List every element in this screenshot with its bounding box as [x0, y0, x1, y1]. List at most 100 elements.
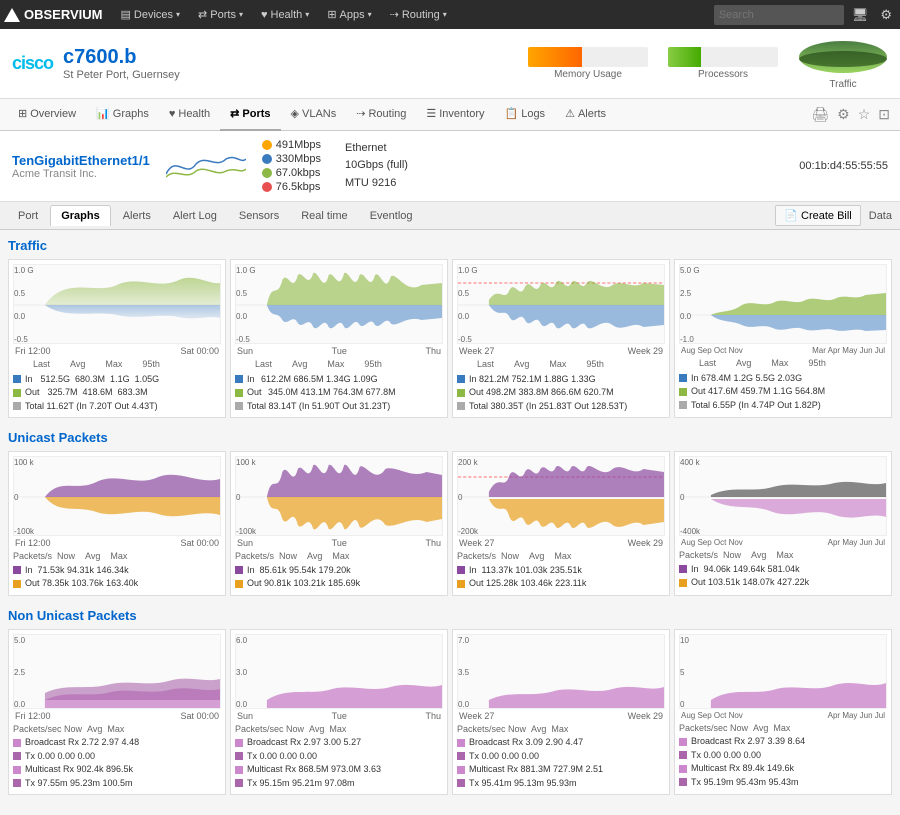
device-hostname[interactable]: c7600.b: [63, 46, 180, 69]
chart-stats-3: LastAvgMax95th In 821.2M 752.1M 1.88G 1.…: [457, 358, 665, 413]
tab-inventory[interactable]: ☰ Inventory: [416, 99, 494, 131]
bill-icon: 📄: [784, 209, 798, 222]
tab-alerts[interactable]: ⚠ Alerts: [555, 99, 616, 131]
non-uni-area-3: 7.03.50.0: [457, 634, 665, 709]
non-uni-svg-1: [14, 635, 220, 709]
logo-triangle: [4, 8, 20, 22]
tab-alerts-label: Alerts: [578, 108, 606, 120]
out-color-1: [13, 389, 21, 397]
stat-row-in-4: In 678.4M 1.2G 5.5G 2.03G: [679, 372, 887, 386]
unicast-chart-1: 100 k0-100k Fri 12:00Sat 00:00 Packets/s…: [8, 451, 226, 596]
subtab-alert-log[interactable]: Alert Log: [163, 206, 227, 226]
non-unicast-chart-4: 1050 Aug Sep Oct NovApr May Jun Jul Pack…: [674, 629, 892, 796]
star-icon[interactable]: ☆: [856, 104, 873, 125]
unicast-chart-area-3: 200 k0-200k: [457, 456, 665, 536]
speed-tiny-row: 76.5kbps: [262, 181, 321, 193]
port-name[interactable]: TenGigabitEthernet1/1: [12, 153, 150, 168]
subtab-sensors[interactable]: Sensors: [229, 206, 289, 226]
nav-ports[interactable]: ⇄ Ports ▾: [190, 0, 251, 29]
nu-y3: 7.03.50.0: [458, 635, 486, 709]
tab-ports-label: Ports: [242, 108, 270, 120]
tab-vlans[interactable]: ◈ VLANs: [281, 99, 347, 131]
port-details: Ethernet 10Gbps (full) MTU 9216: [345, 140, 408, 193]
tab-logs[interactable]: 📋 Logs: [495, 99, 556, 131]
traffic-label: Traffic: [798, 79, 888, 90]
port-speed: 10Gbps (full): [345, 157, 408, 175]
unicast-chart-4: 400 k0-400k Aug Sep Oct NovApr May Jun J…: [674, 451, 892, 596]
subtab-graphs[interactable]: Graphs: [50, 205, 111, 226]
stat-row-out-1: Out 325.7M 418.6M 683.3M: [13, 386, 221, 400]
tab-ports[interactable]: ⇄ Ports: [220, 99, 280, 131]
nu-labels-4: Aug Sep Oct NovApr May Jun Jul: [679, 711, 887, 720]
non-unicast-chart-1: 5.02.50.0 Fri 12:00Sat 00:00 Packets/sec…: [8, 629, 226, 796]
stat-row-total-2: Total 83.14T (In 51.90T Out 31.23T): [235, 400, 443, 414]
expand-icon[interactable]: ⊡: [876, 104, 892, 125]
unicast-chart-3: 200 k0-200k Week 27Week 29 Packets/s Now…: [452, 451, 670, 596]
traffic-metric: Traffic: [798, 37, 888, 90]
uni-y4: 400 k0-400k: [680, 457, 708, 536]
subtab-port[interactable]: Port: [8, 206, 48, 226]
chart-labels-3: Week 27Week 29: [457, 346, 665, 356]
non-uni-svg-4: [680, 635, 886, 709]
search-area: 🖥 ⚙: [714, 5, 896, 25]
device-info: c7600.b St Peter Port, Guernsey: [63, 46, 180, 81]
create-bill-button[interactable]: 📄 Create Bill: [775, 205, 860, 226]
settings-icon[interactable]: ⚙: [835, 104, 852, 125]
vlans-icon: ◈: [291, 107, 299, 120]
traffic-svg-1: [14, 265, 220, 344]
traffic-chart-area-2: 1.0 G0.50.0-0.5: [235, 264, 443, 344]
uni-stats-4: Packets/s Now Avg Max In 94.06k 149.64k …: [679, 549, 887, 590]
unicast-chart-row: 100 k0-100k Fri 12:00Sat 00:00 Packets/s…: [8, 451, 892, 596]
nav-devices[interactable]: ▤ Devices ▾: [113, 0, 189, 29]
chart-labels-2: SunTueThu: [235, 346, 443, 356]
traffic-chart-2: 1.0 G0.50.0-0.5 SunTueThu LastAvgMax95th: [230, 259, 448, 418]
print-icon[interactable]: 🖨: [809, 104, 831, 125]
subtab-alerts[interactable]: Alerts: [113, 206, 161, 226]
overview-icon: ⊞: [18, 107, 27, 120]
gear-icon[interactable]: ⚙: [876, 5, 896, 25]
tab-routing[interactable]: ⇢ Routing: [346, 99, 416, 131]
tab-graphs[interactable]: 📊 Graphs: [86, 99, 159, 131]
stat-row-total-3: Total 380.35T (In 251.83T Out 128.53T): [457, 400, 665, 414]
y-axis-1: 1.0 G0.50.0-0.5: [14, 265, 42, 344]
uni-in-4: In 94.06k 149.64k 581.04k: [679, 563, 887, 577]
non-uni-area-1: 5.02.50.0: [13, 634, 221, 709]
tab-inventory-label: Inventory: [439, 108, 484, 120]
chevron-down-icon: ▾: [443, 10, 447, 19]
nu-bcast-2: Broadcast Rx 2.97 3.00 5.27: [235, 736, 443, 750]
stat-row-in-3: In 821.2M 752.1M 1.88G 1.33G: [457, 373, 665, 387]
subtab-realtime[interactable]: Real time: [291, 206, 357, 226]
monitor-icon[interactable]: 🖥: [848, 5, 873, 25]
tab-overview-label: Overview: [30, 108, 76, 120]
unicast-svg-4: [680, 457, 886, 536]
tab-overview[interactable]: ⊞ Overview: [8, 99, 86, 131]
port-info: TenGigabitEthernet1/1 Acme Transit Inc. …: [0, 131, 900, 202]
nu-bcast-4: Broadcast Rx 2.97 3.39 8.64: [679, 735, 887, 749]
memory-metric: Memory Usage: [528, 47, 648, 80]
tab-health[interactable]: ♥ Health: [159, 99, 220, 131]
nav-routing[interactable]: ⇢ Routing ▾: [382, 0, 455, 29]
uni-y2: 100 k0-100k: [236, 457, 264, 536]
device-location: St Peter Port, Guernsey: [63, 69, 180, 81]
subtab-eventlog[interactable]: Eventlog: [360, 206, 423, 226]
cpu-metric: Processors: [668, 47, 778, 80]
nav-health[interactable]: ♥ Health ▾: [253, 0, 317, 29]
device-metrics: Memory Usage Processors Traffic: [528, 37, 888, 90]
traffic-chart-1: 1.0 G0.50.0-0.5: [8, 259, 226, 418]
port-mac: 00:1b:d4:55:55:55: [799, 160, 888, 172]
uni-stats-2: Packets/s Now Avg Max In 85.61k 95.54k 1…: [235, 550, 443, 591]
ports-icon: ⇄: [198, 8, 207, 21]
speed-out-row: 330Mbps: [262, 153, 321, 165]
port-mtu: MTU 9216: [345, 175, 408, 193]
main-tabs: ⊞ Overview 📊 Graphs ♥ Health ⇄ Ports ◈ V…: [0, 99, 900, 131]
nu-stats-3: Packets/sec Now Avg Max Broadcast Rx 3.0…: [457, 723, 665, 791]
speed-in-value: 491Mbps: [276, 139, 321, 151]
uni-y3: 200 k0-200k: [458, 457, 486, 536]
speed-small-value: 67.0kbps: [276, 167, 321, 179]
traffic-svg-2: [236, 265, 442, 344]
data-button[interactable]: Data: [869, 210, 892, 222]
search-input[interactable]: [714, 5, 844, 25]
traffic-section: Traffic 1.0 G0.50.0-0.5: [8, 238, 892, 418]
nav-apps[interactable]: ⊞ Apps ▾: [319, 0, 379, 29]
chevron-down-icon: ▾: [176, 10, 180, 19]
